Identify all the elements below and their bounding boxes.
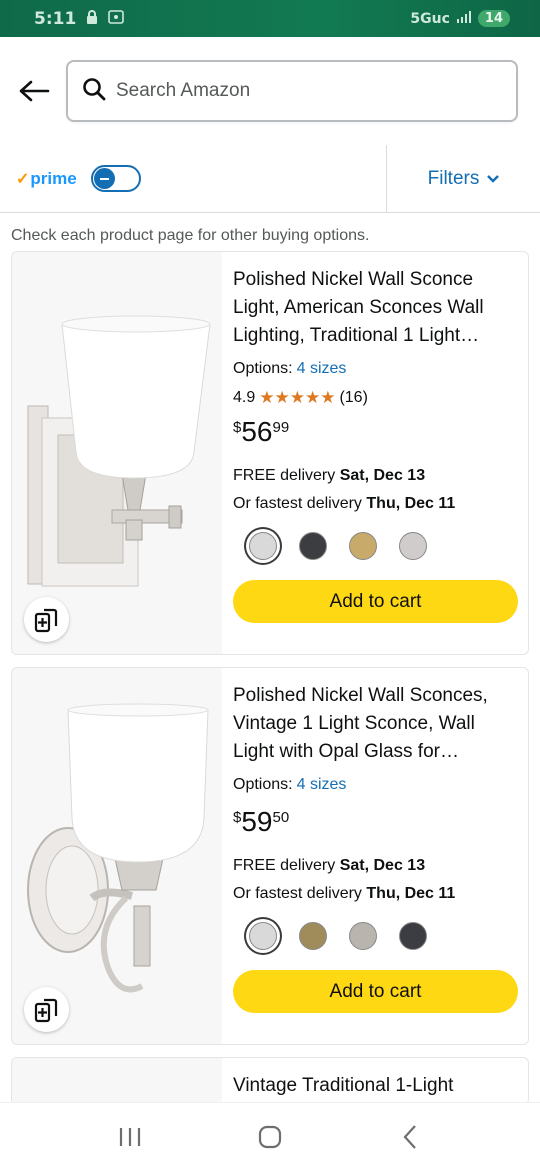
rating-value: 4.9 — [233, 389, 256, 406]
search-row — [0, 37, 540, 145]
compare-icon — [34, 608, 57, 632]
prime-label: prime — [30, 168, 77, 188]
product-card[interactable]: Vintage Traditional 1-Light — [11, 1057, 529, 1105]
compare-button[interactable] — [24, 987, 69, 1032]
fastest-date: Thu, Dec 11 — [366, 885, 456, 902]
options-link[interactable]: 4 sizes — [297, 360, 347, 377]
screenshot-icon — [108, 9, 125, 29]
signal-icon — [456, 10, 472, 27]
star-rating-icon: ★★★★★ — [259, 388, 336, 407]
product-title[interactable]: Polished Nickel Wall Sconce Light, Ameri… — [233, 266, 518, 350]
color-swatch[interactable] — [349, 532, 377, 560]
system-nav-bar — [0, 1102, 540, 1170]
delivery-info: FREE delivery Sat, Dec 13 Or fastest del… — [233, 852, 518, 908]
status-left: 5:11 — [34, 8, 125, 29]
filter-row: ✓ prime Filters — [0, 145, 540, 213]
fastest-prefix: Or fastest delivery — [233, 495, 362, 512]
color-swatch[interactable] — [299, 922, 327, 950]
lock-icon — [86, 9, 98, 29]
price-fraction: 99 — [272, 419, 290, 436]
battery-indicator: 14 — [477, 10, 510, 27]
back-nav-button[interactable] — [390, 1117, 430, 1157]
delivery-date: Sat, Dec 13 — [339, 857, 426, 874]
color-swatch[interactable] — [249, 532, 277, 560]
status-bar: 5:11 5Guc 14 — [0, 0, 540, 37]
color-swatch[interactable] — [299, 532, 327, 560]
product-price: $ 59 50 — [233, 806, 518, 838]
home-icon — [258, 1125, 282, 1148]
compare-icon — [34, 998, 57, 1022]
product-card[interactable]: Polished Nickel Wall Sconces, Vintage 1 … — [11, 667, 529, 1045]
product-options: Options: 4 sizes — [233, 776, 518, 794]
delivery-prefix: FREE delivery — [233, 467, 336, 484]
add-to-cart-button[interactable]: Add to cart — [233, 580, 518, 623]
recent-apps-icon — [119, 1127, 141, 1146]
prime-check-icon: ✓ — [16, 170, 30, 188]
recent-apps-button[interactable] — [110, 1117, 150, 1157]
filters-button[interactable]: Filters — [387, 145, 540, 212]
status-right: 5Guc 14 — [410, 10, 510, 27]
prime-toggle[interactable] — [90, 165, 141, 192]
product-image[interactable] — [12, 1058, 222, 1104]
color-swatch[interactable] — [349, 922, 377, 950]
color-swatch[interactable] — [399, 532, 427, 560]
delivery-date: Sat, Dec 13 — [339, 467, 426, 484]
fastest-prefix: Or fastest delivery — [233, 885, 362, 902]
color-swatch[interactable] — [249, 922, 277, 950]
search-icon — [82, 77, 106, 106]
price-whole: 56 — [241, 416, 273, 447]
network-label: 5Guc — [410, 10, 450, 27]
back-nav-icon — [403, 1124, 416, 1149]
product-details: Vintage Traditional 1-Light — [222, 1058, 528, 1104]
price-whole: 59 — [241, 806, 273, 837]
product-details: Polished Nickel Wall Sconce Light, Ameri… — [222, 252, 528, 654]
sconce-image — [27, 315, 211, 587]
search-input[interactable] — [116, 80, 502, 102]
product-title[interactable]: Polished Nickel Wall Sconces, Vintage 1 … — [233, 682, 518, 766]
toggle-knob — [93, 168, 115, 189]
prime-filter: ✓ prime — [0, 145, 387, 212]
prime-logo: ✓ prime — [16, 169, 77, 189]
add-to-cart-button[interactable]: Add to cart — [233, 970, 518, 1013]
options-label: Options: — [233, 776, 293, 793]
product-card[interactable]: Polished Nickel Wall Sconce Light, Ameri… — [11, 251, 529, 655]
filters-label: Filters — [427, 167, 480, 189]
home-button[interactable] — [250, 1117, 290, 1157]
back-arrow-icon — [19, 80, 50, 102]
search-box[interactable] — [66, 60, 518, 122]
product-price: $ 56 99 — [233, 416, 518, 448]
product-details: Polished Nickel Wall Sconces, Vintage 1 … — [222, 668, 528, 1044]
options-label: Options: — [233, 360, 293, 377]
price-symbol: $ — [233, 419, 242, 436]
compare-button[interactable] — [24, 597, 69, 642]
product-options: Options: 4 sizes — [233, 360, 518, 378]
delivery-prefix: FREE delivery — [233, 857, 336, 874]
buying-options-note: Check each product page for other buying… — [11, 227, 370, 244]
product-title[interactable]: Vintage Traditional 1-Light — [233, 1072, 518, 1100]
fastest-date: Thu, Dec 11 — [366, 495, 456, 512]
color-swatches — [233, 922, 518, 950]
price-fraction: 50 — [272, 809, 290, 826]
color-swatches — [233, 532, 518, 560]
rating-row[interactable]: 4.9 ★★★★★ (16) — [233, 388, 518, 408]
review-count: (16) — [339, 389, 368, 406]
chevron-down-icon — [487, 174, 500, 183]
product-image[interactable] — [12, 668, 222, 1044]
delivery-info: FREE delivery Sat, Dec 13 Or fastest del… — [233, 462, 518, 518]
product-image[interactable] — [12, 252, 222, 654]
color-swatch[interactable] — [399, 922, 427, 950]
options-link[interactable]: 4 sizes — [297, 776, 347, 793]
price-symbol: $ — [233, 809, 242, 826]
back-button[interactable] — [16, 73, 52, 109]
status-time: 5:11 — [34, 8, 77, 29]
